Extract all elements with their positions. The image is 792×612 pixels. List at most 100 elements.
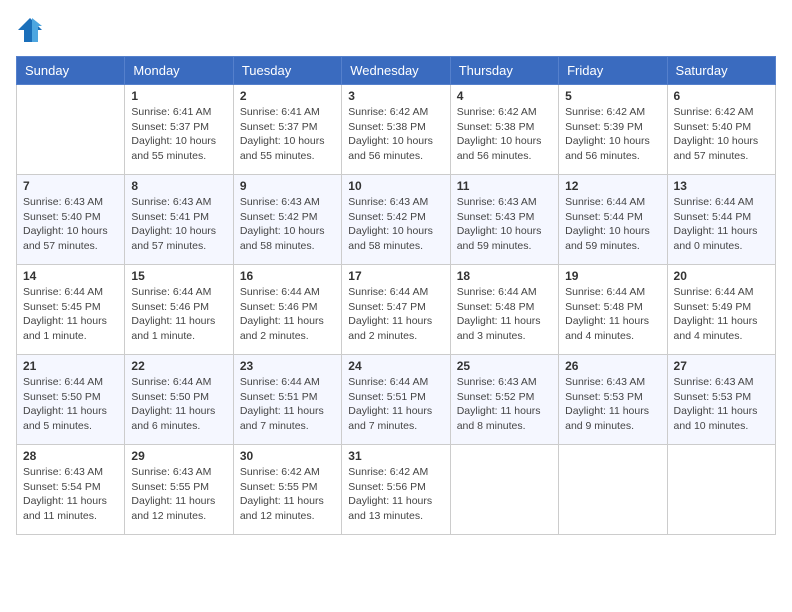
day-info: Sunrise: 6:44 AM Sunset: 5:45 PM Dayligh… (23, 285, 118, 344)
day-number: 24 (348, 359, 443, 373)
calendar-cell: 22 Sunrise: 6:44 AM Sunset: 5:50 PM Dayli… (125, 355, 233, 445)
calendar-cell: 8 Sunrise: 6:43 AM Sunset: 5:41 PM Daylig… (125, 175, 233, 265)
calendar-cell: 7 Sunrise: 6:43 AM Sunset: 5:40 PM Daylig… (17, 175, 125, 265)
calendar-cell (17, 85, 125, 175)
calendar-cell (667, 445, 775, 535)
calendar-cell: 10 Sunrise: 6:43 AM Sunset: 5:42 PM Dayli… (342, 175, 450, 265)
day-number: 10 (348, 179, 443, 193)
calendar-header-row: SundayMondayTuesdayWednesdayThursdayFrid… (17, 57, 776, 85)
day-info: Sunrise: 6:42 AM Sunset: 5:38 PM Dayligh… (457, 105, 552, 164)
day-number: 22 (131, 359, 226, 373)
calendar-cell: 15 Sunrise: 6:44 AM Sunset: 5:46 PM Dayli… (125, 265, 233, 355)
day-of-week-header: Friday (559, 57, 667, 85)
calendar-cell: 25 Sunrise: 6:43 AM Sunset: 5:52 PM Dayli… (450, 355, 558, 445)
day-info: Sunrise: 6:44 AM Sunset: 5:48 PM Dayligh… (457, 285, 552, 344)
calendar-cell: 20Sunrise: 6:44 AM Sunset: 5:49 PM Dayli… (667, 265, 775, 355)
day-info: Sunrise: 6:42 AM Sunset: 5:56 PM Dayligh… (348, 465, 443, 524)
day-number: 4 (457, 89, 552, 103)
day-info: Sunrise: 6:44 AM Sunset: 5:46 PM Dayligh… (240, 285, 335, 344)
day-info: Sunrise: 6:43 AM Sunset: 5:55 PM Dayligh… (131, 465, 226, 524)
day-number: 25 (457, 359, 552, 373)
day-info: Sunrise: 6:42 AM Sunset: 5:39 PM Dayligh… (565, 105, 660, 164)
day-number: 30 (240, 449, 335, 463)
day-info: Sunrise: 6:43 AM Sunset: 5:40 PM Dayligh… (23, 195, 118, 254)
day-info: Sunrise: 6:44 AM Sunset: 5:48 PM Dayligh… (565, 285, 660, 344)
day-info: Sunrise: 6:44 AM Sunset: 5:49 PM Dayligh… (674, 285, 769, 344)
calendar-cell: 19 Sunrise: 6:44 AM Sunset: 5:48 PM Dayli… (559, 265, 667, 355)
calendar-cell: 9 Sunrise: 6:43 AM Sunset: 5:42 PM Daylig… (233, 175, 341, 265)
calendar-cell: 27 Sunrise: 6:43 AM Sunset: 5:53 PM Dayli… (667, 355, 775, 445)
day-number: 11 (457, 179, 552, 193)
day-info: Sunrise: 6:44 AM Sunset: 5:51 PM Dayligh… (348, 375, 443, 434)
day-number: 15 (131, 269, 226, 283)
day-number: 18 (457, 269, 552, 283)
day-of-week-header: Sunday (17, 57, 125, 85)
day-info: Sunrise: 6:43 AM Sunset: 5:53 PM Dayligh… (565, 375, 660, 434)
day-info: Sunrise: 6:44 AM Sunset: 5:46 PM Dayligh… (131, 285, 226, 344)
day-number: 3 (348, 89, 443, 103)
logo-icon (16, 16, 44, 44)
day-info: Sunrise: 6:44 AM Sunset: 5:44 PM Dayligh… (674, 195, 769, 254)
day-info: Sunrise: 6:41 AM Sunset: 5:37 PM Dayligh… (240, 105, 335, 164)
day-number: 26 (565, 359, 660, 373)
calendar-cell: 23 Sunrise: 6:44 AM Sunset: 5:51 PM Dayli… (233, 355, 341, 445)
day-number: 9 (240, 179, 335, 193)
day-of-week-header: Tuesday (233, 57, 341, 85)
day-number: 8 (131, 179, 226, 193)
day-number: 31 (348, 449, 443, 463)
calendar-cell: 14 Sunrise: 6:44 AM Sunset: 5:45 PM Dayli… (17, 265, 125, 355)
day-info: Sunrise: 6:44 AM Sunset: 5:44 PM Dayligh… (565, 195, 660, 254)
calendar-cell: 11 Sunrise: 6:43 AM Sunset: 5:43 PM Dayli… (450, 175, 558, 265)
day-number: 29 (131, 449, 226, 463)
calendar-table: SundayMondayTuesdayWednesdayThursdayFrid… (16, 56, 776, 535)
day-number: 27 (674, 359, 769, 373)
calendar-week-row: 21Sunrise: 6:44 AM Sunset: 5:50 PM Dayli… (17, 355, 776, 445)
calendar-cell (559, 445, 667, 535)
calendar-cell: 30 Sunrise: 6:42 AM Sunset: 5:55 PM Dayli… (233, 445, 341, 535)
day-info: Sunrise: 6:43 AM Sunset: 5:54 PM Dayligh… (23, 465, 118, 524)
day-info: Sunrise: 6:44 AM Sunset: 5:50 PM Dayligh… (23, 375, 118, 434)
calendar-week-row: 1Sunrise: 6:41 AM Sunset: 5:37 PM Daylig… (17, 85, 776, 175)
day-number: 19 (565, 269, 660, 283)
day-number: 14 (23, 269, 118, 283)
calendar-cell: 4 Sunrise: 6:42 AM Sunset: 5:38 PM Daylig… (450, 85, 558, 175)
day-info: Sunrise: 6:43 AM Sunset: 5:42 PM Dayligh… (240, 195, 335, 254)
calendar-week-row: 7 Sunrise: 6:43 AM Sunset: 5:40 PM Daylig… (17, 175, 776, 265)
day-info: Sunrise: 6:43 AM Sunset: 5:42 PM Dayligh… (348, 195, 443, 254)
day-info: Sunrise: 6:42 AM Sunset: 5:38 PM Dayligh… (348, 105, 443, 164)
page-header (16, 16, 776, 44)
logo (16, 16, 48, 44)
day-number: 23 (240, 359, 335, 373)
day-info: Sunrise: 6:43 AM Sunset: 5:43 PM Dayligh… (457, 195, 552, 254)
calendar-cell (450, 445, 558, 535)
day-number: 28 (23, 449, 118, 463)
day-number: 12 (565, 179, 660, 193)
day-number: 7 (23, 179, 118, 193)
calendar-cell: 29 Sunrise: 6:43 AM Sunset: 5:55 PM Dayli… (125, 445, 233, 535)
day-of-week-header: Thursday (450, 57, 558, 85)
calendar-cell: 12 Sunrise: 6:44 AM Sunset: 5:44 PM Dayli… (559, 175, 667, 265)
calendar-cell: 5Sunrise: 6:42 AM Sunset: 5:39 PM Daylig… (559, 85, 667, 175)
day-number: 13 (674, 179, 769, 193)
day-info: Sunrise: 6:42 AM Sunset: 5:40 PM Dayligh… (674, 105, 769, 164)
day-info: Sunrise: 6:43 AM Sunset: 5:52 PM Dayligh… (457, 375, 552, 434)
day-of-week-header: Monday (125, 57, 233, 85)
calendar-cell: 2 Sunrise: 6:41 AM Sunset: 5:37 PM Daylig… (233, 85, 341, 175)
day-number: 6 (674, 89, 769, 103)
day-info: Sunrise: 6:41 AM Sunset: 5:37 PM Dayligh… (131, 105, 226, 164)
calendar-week-row: 28 Sunrise: 6:43 AM Sunset: 5:54 PM Dayli… (17, 445, 776, 535)
calendar-cell: 28 Sunrise: 6:43 AM Sunset: 5:54 PM Dayli… (17, 445, 125, 535)
calendar-cell: 1Sunrise: 6:41 AM Sunset: 5:37 PM Daylig… (125, 85, 233, 175)
calendar-cell: 21Sunrise: 6:44 AM Sunset: 5:50 PM Dayli… (17, 355, 125, 445)
calendar-cell: 3 Sunrise: 6:42 AM Sunset: 5:38 PM Daylig… (342, 85, 450, 175)
day-info: Sunrise: 6:44 AM Sunset: 5:51 PM Dayligh… (240, 375, 335, 434)
day-of-week-header: Saturday (667, 57, 775, 85)
day-info: Sunrise: 6:44 AM Sunset: 5:50 PM Dayligh… (131, 375, 226, 434)
calendar-cell: 24 Sunrise: 6:44 AM Sunset: 5:51 PM Dayli… (342, 355, 450, 445)
day-info: Sunrise: 6:42 AM Sunset: 5:55 PM Dayligh… (240, 465, 335, 524)
day-info: Sunrise: 6:43 AM Sunset: 5:53 PM Dayligh… (674, 375, 769, 434)
day-info: Sunrise: 6:43 AM Sunset: 5:41 PM Dayligh… (131, 195, 226, 254)
day-number: 17 (348, 269, 443, 283)
day-number: 2 (240, 89, 335, 103)
calendar-cell: 31 Sunrise: 6:42 AM Sunset: 5:56 PM Dayli… (342, 445, 450, 535)
